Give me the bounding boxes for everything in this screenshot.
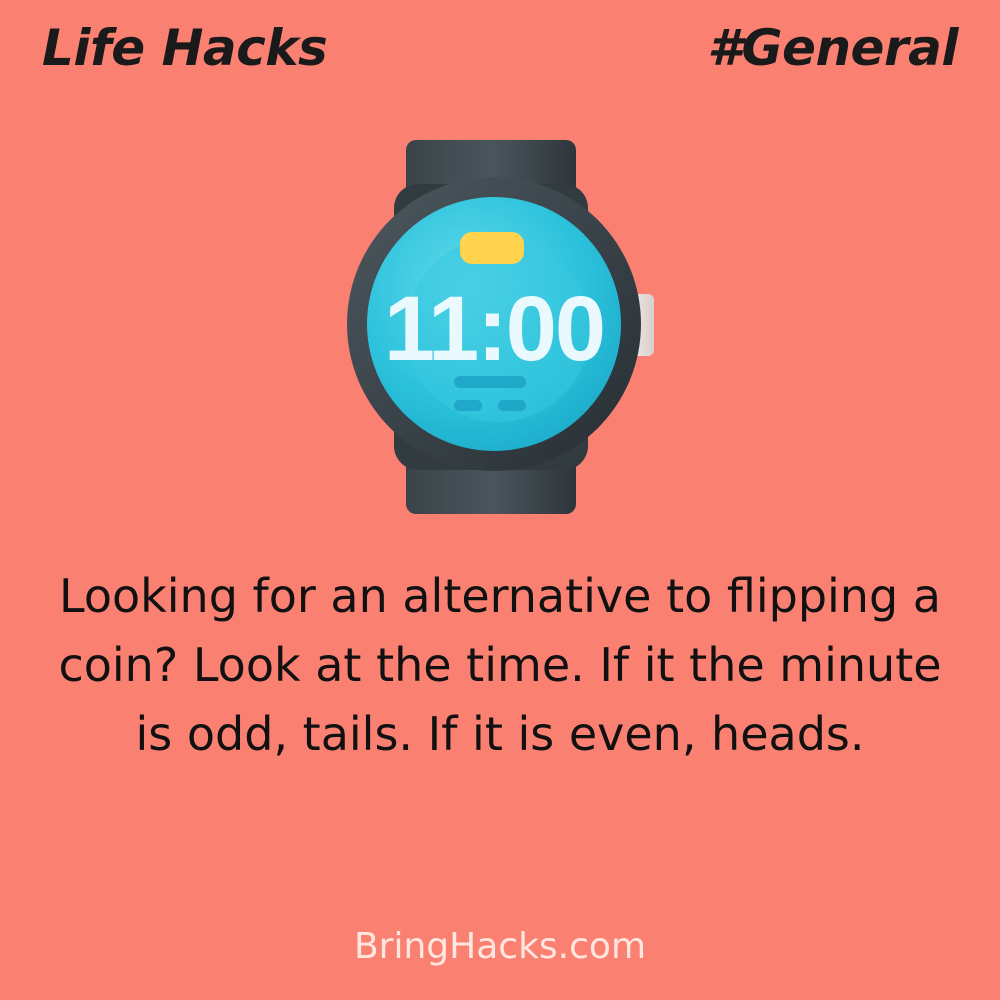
smartwatch-icon: 11:00 bbox=[340, 138, 660, 518]
site-credit: BringHacks.com bbox=[353, 926, 647, 967]
category-tag: #General bbox=[707, 19, 958, 77]
page-title: Life Hacks bbox=[42, 19, 328, 77]
watch-time-readout: 11:00 bbox=[384, 278, 604, 380]
tip-text: Looking for an alternative to flipping a… bbox=[58, 569, 942, 761]
